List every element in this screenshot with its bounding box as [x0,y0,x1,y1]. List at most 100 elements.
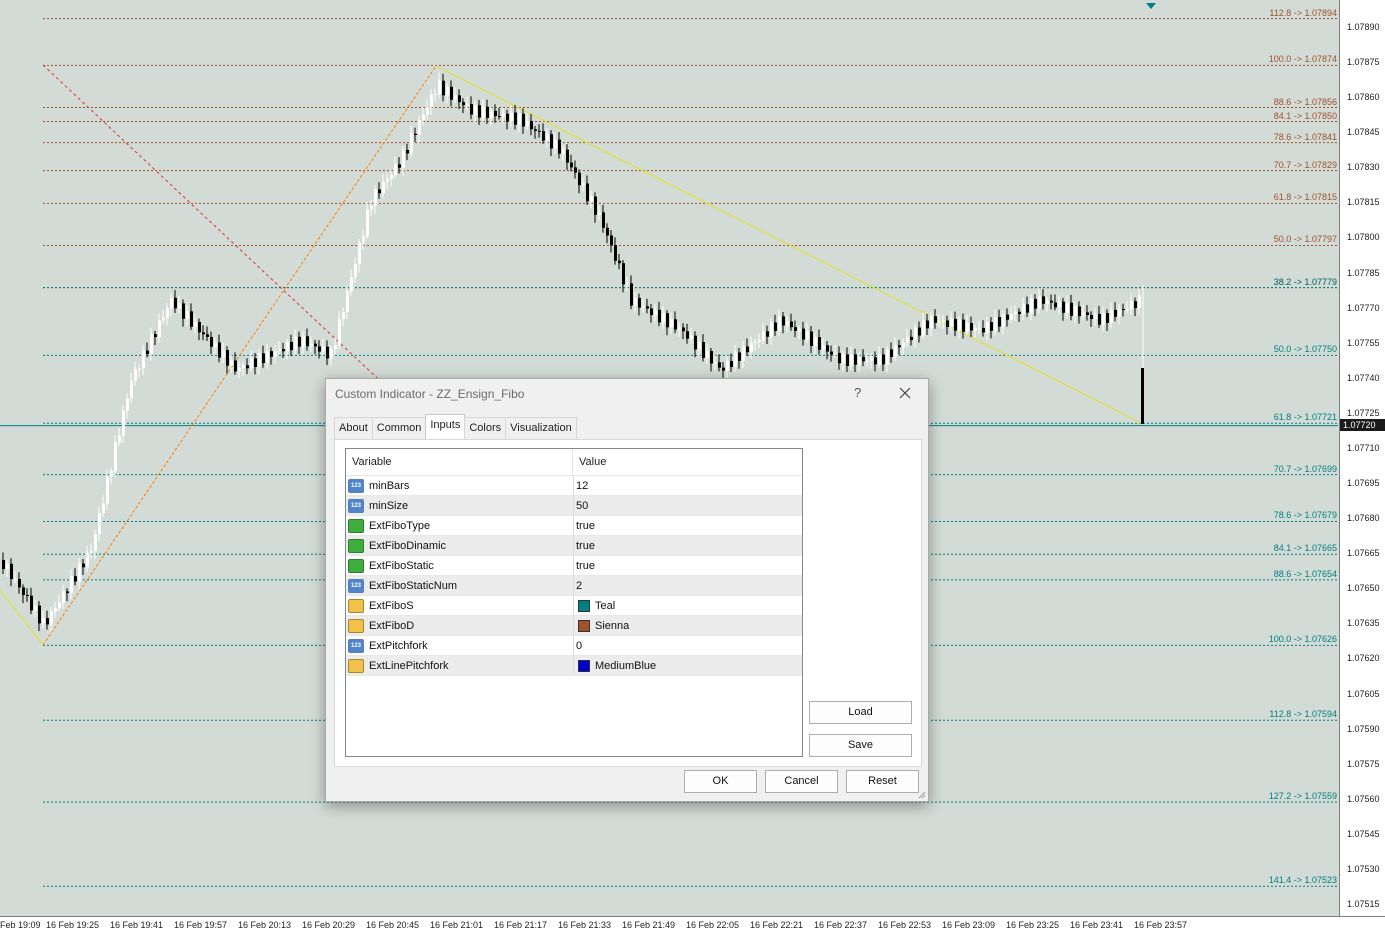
param-row[interactable]: ExtLinePitchfork MediumBlue [346,656,802,676]
close-button[interactable] [894,383,916,403]
help-button[interactable]: ? [854,385,861,400]
candle-body [482,106,485,118]
dialog-title: Custom Indicator - ZZ_Ensign_Fibo [335,387,525,401]
candle-body [354,264,357,278]
param-row[interactable]: ExtFiboS Teal [346,596,802,616]
candle-body [162,317,165,321]
candle-body [510,112,513,122]
param-value-cell[interactable]: true [574,536,800,555]
resize-grip-icon[interactable] [918,791,926,799]
candle-body [450,86,453,100]
param-row[interactable]: ExtFiboD Sienna [346,616,802,636]
column-header-value[interactable]: Value [573,449,801,475]
inputs-panel: Variable Value 123 minBars 12 123 minSize 50 E… [334,439,922,767]
param-variable-cell: 123 ExtPitchfork [346,636,574,655]
candle-body [1006,314,1009,320]
candle-body [650,308,653,316]
candle-body [986,322,989,333]
candle-body [746,346,749,353]
param-variable-cell: ExtFiboType [346,516,574,535]
candle-body [286,341,289,352]
param-value-cell[interactable]: 12 [574,476,800,495]
param-row[interactable]: 123 minBars 12 [346,476,802,496]
param-value-cell[interactable]: Sienna [574,616,800,635]
candle-body [230,360,233,366]
candle-body [254,358,257,367]
fibo-teal-level-label: 38.2 -> 1.07779 [1273,276,1337,287]
param-value-cell[interactable]: MediumBlue [574,656,800,675]
load-button[interactable]: Load [809,701,912,724]
close-icon [899,387,911,399]
candle-body [758,340,761,342]
candle-body [1094,313,1097,320]
candle-body [1002,314,1005,327]
candle-body [86,553,89,568]
candle-body [870,357,873,361]
save-button[interactable]: Save [809,734,912,757]
param-value-cell[interactable]: 50 [574,496,800,515]
candle-body [90,551,93,554]
candle-body [542,131,545,141]
param-row[interactable]: ExtFiboStatic true [346,556,802,576]
candle-body [458,95,461,103]
param-row[interactable]: ExtFiboType true [346,516,802,536]
candle-body [438,80,441,94]
candle-body [554,139,557,149]
param-row[interactable]: 123 ExtPitchfork 0 [346,636,802,656]
tab-about[interactable]: About [334,417,373,440]
candle-body [258,353,261,367]
param-row[interactable]: 123 ExtFiboStaticNum 2 [346,576,802,596]
candle-body [866,360,869,362]
tab-common[interactable]: Common [371,417,427,440]
time-tick-label: 16 Feb 19:25 [46,920,100,930]
candle-body [334,345,337,350]
ok-button[interactable]: OK [684,770,757,793]
tab-visualization[interactable]: Visualization [505,417,577,440]
param-value-cell[interactable]: true [574,516,800,535]
candle-body [550,134,553,149]
candle-body [70,576,73,594]
candle-body [946,320,949,327]
boolean-type-icon [348,518,364,533]
shift-marker-icon[interactable] [1146,3,1156,9]
column-header-variable[interactable]: Variable [346,449,573,475]
param-variable-cell: ExtFiboStatic [346,556,574,575]
param-row[interactable]: 123 minSize 50 [346,496,802,516]
tab-inputs[interactable]: Inputs [425,414,466,440]
param-value: 12 [576,479,589,492]
cancel-button[interactable]: Cancel [765,770,838,793]
param-rows: 123 minBars 12 123 minSize 50 ExtFiboType true E… [346,476,802,676]
fibo-teal-level-label: 141.4 -> 1.07523 [1268,875,1337,886]
candle-body [250,358,253,369]
candle-body [122,410,125,436]
param-row[interactable]: ExtFiboDinamic true [346,536,802,556]
candle-body [134,369,137,381]
candle-body [838,352,841,364]
param-value-cell[interactable]: 0 [574,636,800,655]
candle-body [6,563,9,569]
candle-body [210,336,213,347]
candle-body [110,470,113,477]
reset-button[interactable]: Reset [846,770,919,793]
candle-body [814,337,817,346]
candle-body [154,334,157,338]
candle-body [306,336,309,347]
inputs-grid[interactable]: Variable Value 123 minBars 12 123 minSize 50 E… [345,448,803,757]
color-type-icon [348,618,364,633]
price-tick-label: 1.07815 [1347,197,1380,208]
param-value-cell[interactable]: true [574,556,800,575]
candle-body [346,291,349,313]
candle-body [1074,306,1077,316]
candle-body [1038,296,1041,309]
param-value-cell[interactable]: 2 [574,576,800,595]
candle-body [1062,301,1065,313]
candle-body [978,328,981,330]
candle-body [62,591,65,603]
param-value-cell[interactable]: Teal [574,596,800,615]
price-axis[interactable] [1339,0,1385,916]
param-value: MediumBlue [595,659,657,672]
candle-body [186,311,189,319]
candle-body [826,345,829,352]
current-price-marker: 1.07720 [1340,419,1385,431]
tab-colors[interactable]: Colors [464,417,507,440]
